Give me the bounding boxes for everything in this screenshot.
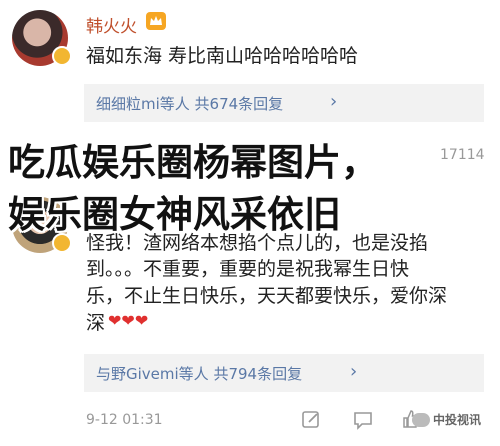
chevron-right-icon-2: › bbox=[350, 361, 358, 382]
watermark-logo: 中投视讯 bbox=[412, 411, 481, 428]
post2-text-line3: 乐，不止生日快乐，天天都要快乐，爱你深 bbox=[86, 285, 448, 307]
verified-badge-icon bbox=[52, 46, 72, 66]
wechat-icon bbox=[412, 412, 430, 427]
reply-summary-box[interactable]: 细细粒mi等人 共674条回复 › bbox=[84, 84, 484, 122]
post2-text-line2: 到。。。不重要，重要的是祝我幂生日快 bbox=[86, 258, 410, 280]
post-text: 福如东海 寿比南山哈哈哈哈哈哈 bbox=[86, 45, 359, 67]
post2-text-line4: 深 bbox=[86, 312, 106, 334]
comment-icon[interactable] bbox=[352, 409, 374, 431]
post-time: 9-12 01:31 bbox=[86, 412, 163, 428]
heart-icon: ❤❤❤ bbox=[108, 311, 149, 330]
reply-summary-box-2[interactable]: 与野Givemi等人 共794条回复 › bbox=[84, 354, 484, 392]
reply-summary-text[interactable]: 细细粒mi等人 共674条回复 bbox=[96, 93, 283, 114]
member-crown-icon bbox=[146, 12, 166, 30]
chevron-right-icon: › bbox=[330, 91, 338, 112]
reply-summary-text-2[interactable]: 与野Givemi等人 共794条回复 bbox=[96, 363, 302, 384]
heart-emoji-group: ❤❤❤ bbox=[108, 311, 148, 330]
partial-count: 17114 bbox=[440, 147, 485, 163]
watermark-text: 中投视讯 bbox=[433, 413, 482, 427]
edit-icon[interactable] bbox=[300, 409, 322, 431]
overlay-title-line1: 吃瓜娱乐圈杨幂图片， bbox=[8, 141, 378, 184]
author-name[interactable]: 韩火火 bbox=[86, 12, 137, 37]
post2-text-line1: 怪我！渣网络本想掐个点儿的，也是没掐 bbox=[86, 232, 429, 254]
